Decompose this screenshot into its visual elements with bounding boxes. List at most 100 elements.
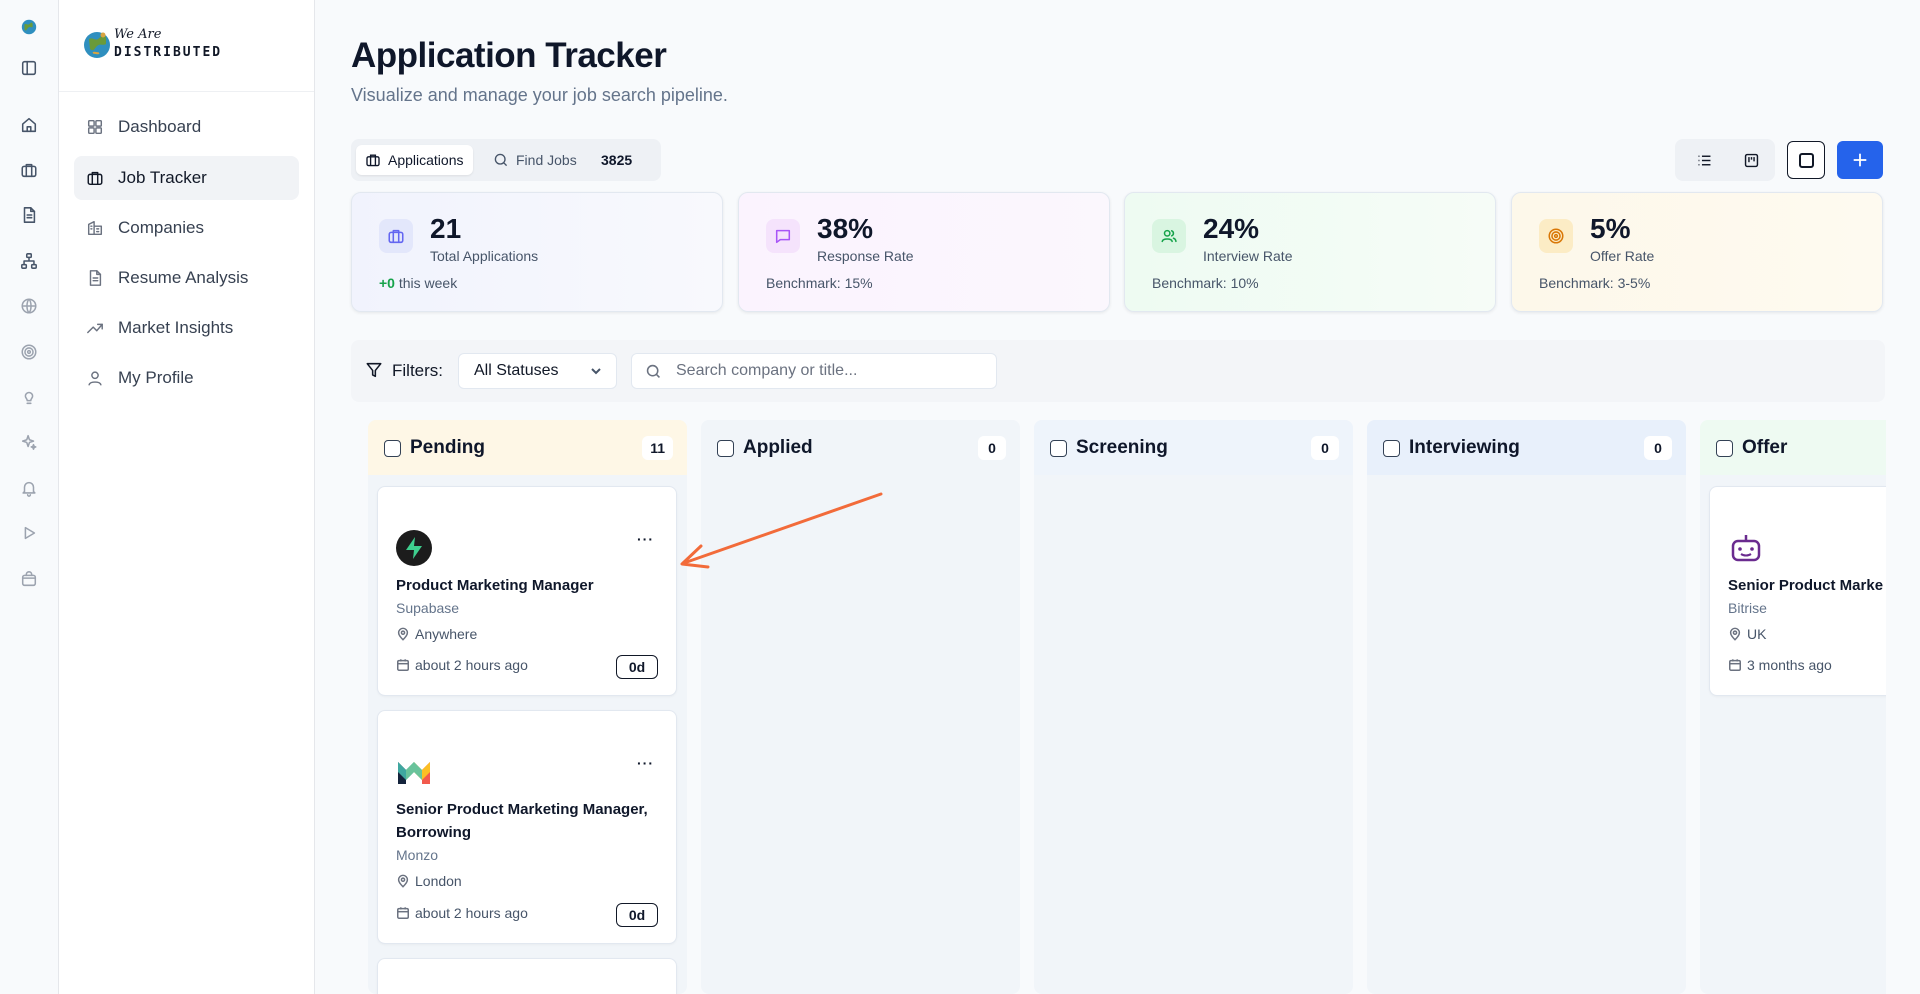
kanban-icon <box>1744 153 1758 167</box>
target-icon <box>1539 219 1573 253</box>
sidebar-item-label: Companies <box>118 218 204 237</box>
stat-value: 5% <box>1590 213 1631 244</box>
stat-label: Offer Rate <box>1590 248 1655 264</box>
location-text: London <box>415 873 462 889</box>
stat-foot: Benchmark: 15% <box>766 275 873 291</box>
job-title: Senior Product Marketing Manager, Borrow… <box>396 801 648 841</box>
search-icon <box>646 364 660 378</box>
sidebar-item-label: Market Insights <box>118 318 234 337</box>
column-interviewing: Interviewing 0 <box>1367 420 1686 994</box>
sidebar-item-resume-analysis[interactable]: Resume Analysis <box>74 256 299 300</box>
document-icon[interactable] <box>18 204 40 226</box>
map-pin-icon <box>1729 627 1741 641</box>
list-view-button[interactable] <box>1692 148 1716 172</box>
list-icon <box>1698 155 1710 165</box>
stat-value: 38% <box>817 213 874 244</box>
monzo-logo-icon <box>398 762 430 784</box>
column-count: 0 <box>978 436 1006 460</box>
column-select-checkbox[interactable] <box>1383 440 1400 457</box>
kanban-board: Pending 11 ··· Product Marketing Manager… <box>316 420 1886 994</box>
status-select-value: All Statuses <box>474 362 559 379</box>
briefcase-icon[interactable] <box>18 159 40 181</box>
job-card[interactable]: ··· Product Marketing Manager Supabase A… <box>377 486 677 696</box>
find-jobs-count: 3825 <box>601 152 633 168</box>
column-select-checkbox[interactable] <box>384 440 401 457</box>
job-location: London <box>396 873 462 889</box>
age-badge: 0d <box>616 903 658 927</box>
job-date: about 2 hours ago <box>396 657 528 673</box>
bell-icon[interactable] <box>18 477 40 499</box>
stat-label: Total Applications <box>430 248 539 264</box>
main-content: Application Tracker Visualize and manage… <box>316 0 1920 994</box>
lightbulb-icon[interactable] <box>18 386 40 408</box>
target-icon[interactable] <box>18 341 40 363</box>
square-icon <box>1798 152 1814 168</box>
search-icon <box>494 153 508 167</box>
globe-logo-icon[interactable] <box>18 16 40 38</box>
page-title: Application Tracker <box>351 36 667 75</box>
message-icon <box>766 219 800 253</box>
panel-toggle-button[interactable] <box>1787 141 1825 179</box>
date-text: about 2 hours ago <box>415 905 528 921</box>
column-select-checkbox[interactable] <box>1716 440 1733 457</box>
column-count: 11 <box>642 436 673 460</box>
company-name: Monzo <box>396 847 439 863</box>
stat-card-response-rate: 38% Response Rate Benchmark: 15% <box>738 192 1110 312</box>
chevron-down-icon <box>589 364 603 378</box>
sidebar-item-market-insights[interactable]: Market Insights <box>74 306 299 350</box>
more-options-button[interactable]: ··· <box>637 755 654 771</box>
sidebar-item-label: Resume Analysis <box>118 268 249 287</box>
job-title: Product Marketing Manager <box>396 577 594 594</box>
stat-foot: +0 this week <box>379 275 457 291</box>
brand-globe-icon <box>84 32 110 58</box>
location-text: Anywhere <box>415 626 478 642</box>
view-toggle <box>1675 139 1775 181</box>
stat-label: Response Rate <box>817 248 914 264</box>
play-icon[interactable] <box>18 522 40 544</box>
more-options-button[interactable]: ··· <box>637 531 654 547</box>
kanban-view-button[interactable] <box>1739 148 1763 172</box>
sidebar-item-job-tracker[interactable]: Job Tracker <box>74 156 299 200</box>
job-card[interactable]: Senior Product Marke Bitrise UK 3 months… <box>1709 486 1886 696</box>
sidebar-item-label: Job Tracker <box>118 168 207 187</box>
sidebar-item-dashboard[interactable]: Dashboard <box>74 105 299 149</box>
search-input[interactable] <box>676 360 976 382</box>
tab-applications[interactable]: Applications <box>356 145 473 175</box>
job-card[interactable] <box>377 958 677 994</box>
job-date: about 2 hours ago <box>396 905 528 921</box>
briefcase-icon <box>379 219 413 253</box>
icon-rail <box>0 0 59 994</box>
stat-label: Interview Rate <box>1203 248 1293 264</box>
brand-logo[interactable]: We Are DISTRIBUTED <box>59 0 314 92</box>
date-text: about 2 hours ago <box>415 657 528 673</box>
location-text: UK <box>1747 626 1767 642</box>
network-icon[interactable] <box>18 250 40 272</box>
stat-card-offer-rate: 5% Offer Rate Benchmark: 3-5% <box>1511 192 1883 312</box>
sparkles-icon[interactable] <box>18 431 40 453</box>
job-date: 3 months ago <box>1728 657 1832 673</box>
stat-card-total-applications: 21 Total Applications +0 this week <box>351 192 723 312</box>
sidebar-item-companies[interactable]: Companies <box>74 206 299 250</box>
shopping-bag-icon[interactable] <box>18 568 40 590</box>
building-icon <box>86 219 104 237</box>
sidebar-item-my-profile[interactable]: My Profile <box>74 356 299 400</box>
column-header: Pending 11 <box>368 420 687 475</box>
globe-icon[interactable] <box>18 295 40 317</box>
company-name: Bitrise <box>1728 600 1767 616</box>
column-select-checkbox[interactable] <box>1050 440 1067 457</box>
column-title: Pending <box>410 437 485 458</box>
status-select[interactable]: All Statuses <box>458 353 617 389</box>
date-text: 3 months ago <box>1747 657 1832 673</box>
user-icon <box>86 369 104 387</box>
column-offer: Offer Senior Product Marke Bitrise UK 3 <box>1700 420 1886 994</box>
panel-toggle-icon[interactable] <box>18 57 40 79</box>
tab-find-jobs[interactable]: Find Jobs <box>484 145 586 175</box>
column-screening: Screening 0 <box>1034 420 1353 994</box>
home-icon[interactable] <box>18 114 40 136</box>
add-application-button[interactable] <box>1837 141 1883 179</box>
column-select-checkbox[interactable] <box>717 440 734 457</box>
column-header: Screening 0 <box>1034 420 1353 475</box>
job-card[interactable]: ··· Senior Product Marketing Manager, Bo… <box>377 710 677 944</box>
stat-foot: Benchmark: 10% <box>1152 275 1259 291</box>
stat-card-interview-rate: 24% Interview Rate Benchmark: 10% <box>1124 192 1496 312</box>
